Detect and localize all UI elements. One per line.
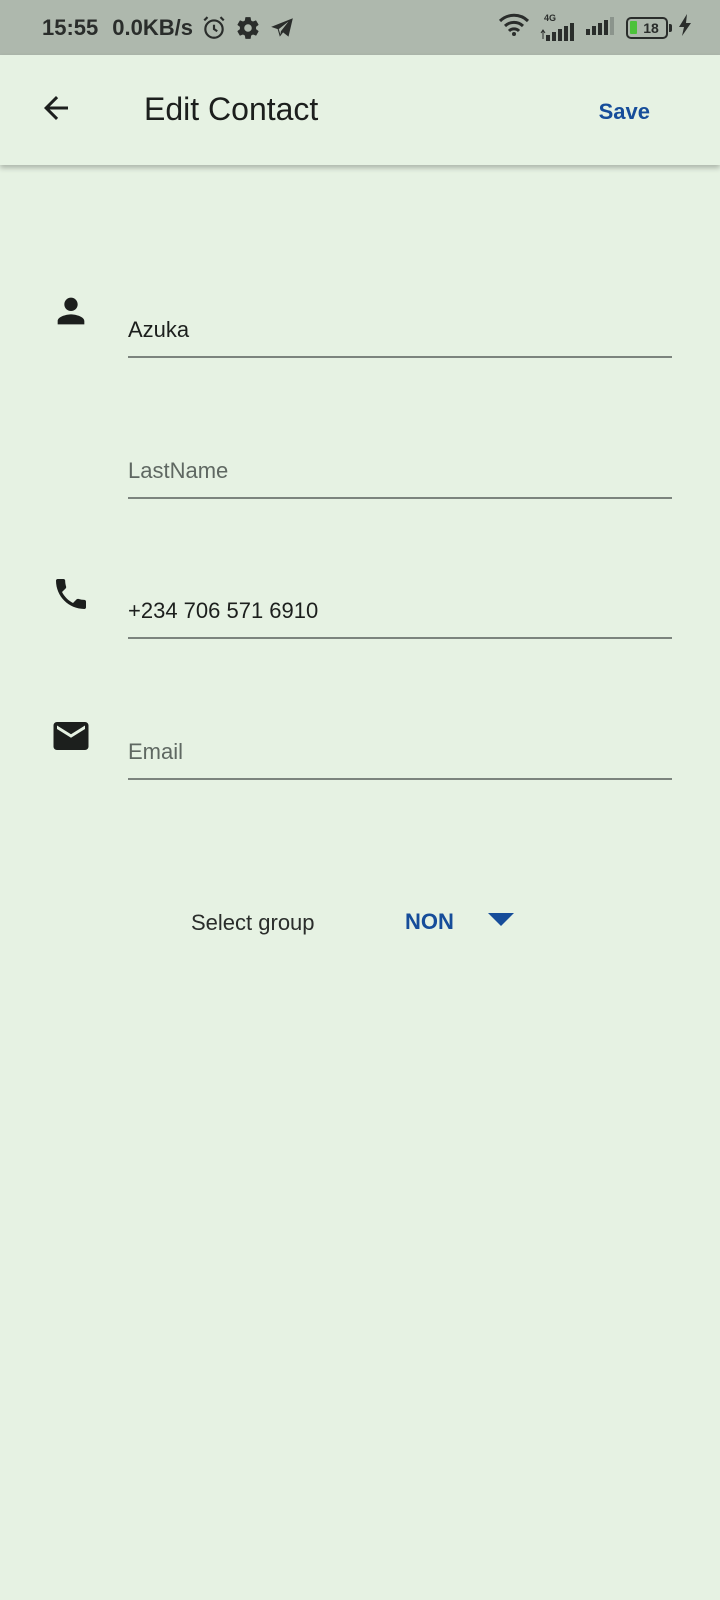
arrow-back-icon <box>38 90 74 131</box>
first-name-row <box>0 288 720 370</box>
phone-icon <box>50 573 92 615</box>
app-bar: Edit Contact Save <box>0 55 720 165</box>
back-button[interactable] <box>36 90 76 130</box>
email-field[interactable] <box>128 710 672 780</box>
group-selected-value: NON <box>405 909 454 934</box>
battery-icon: 18 <box>626 16 672 39</box>
battery-level: 18 <box>643 19 659 36</box>
status-time: 15:55 <box>42 14 99 40</box>
network-speed: 0.0KB/s <box>112 14 193 40</box>
settings-icon <box>235 15 261 41</box>
person-icon <box>50 290 92 332</box>
signal-icon-2 <box>586 15 616 41</box>
email-row <box>0 710 720 797</box>
network-type: 4G <box>543 13 556 23</box>
last-name-row <box>0 429 720 513</box>
status-bar: 15:55 0.0KB/s 4G 18 <box>0 0 720 55</box>
telegram-icon <box>269 15 295 41</box>
group-dropdown[interactable]: NON <box>405 904 514 940</box>
last-name-field[interactable] <box>128 429 672 499</box>
charging-icon <box>678 13 692 42</box>
phone-field[interactable] <box>128 569 672 639</box>
email-icon <box>50 715 92 757</box>
group-row: Select group NON <box>0 900 720 944</box>
select-group-label: Select group <box>191 910 315 935</box>
first-name-field[interactable] <box>128 288 672 358</box>
phone-row <box>0 569 720 655</box>
dropdown-arrow-icon <box>487 912 514 932</box>
signal-icon: 4G <box>540 14 576 41</box>
wifi-icon <box>498 13 530 43</box>
save-button[interactable]: Save <box>599 99 650 125</box>
alarm-icon <box>201 15 227 41</box>
page-title: Edit Contact <box>144 91 319 127</box>
